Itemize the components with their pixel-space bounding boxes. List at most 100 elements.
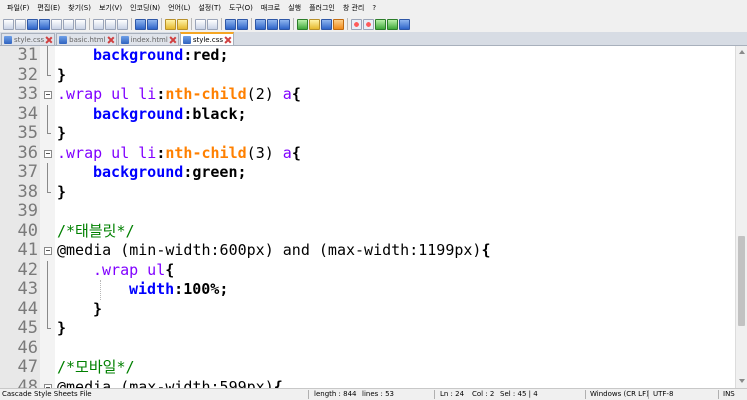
- code-text[interactable]: background:black;: [57, 105, 247, 125]
- zoom-out-icon[interactable]: [207, 18, 218, 30]
- scroll-down-arrow-icon[interactable]: [739, 379, 745, 383]
- code-line[interactable]: 31 background:red;: [0, 46, 735, 66]
- code-editor[interactable]: 31 background:red; 32} 33 .wrap ul li:nth-ch…: [0, 46, 735, 388]
- menu-item[interactable]: 편집(E): [33, 3, 64, 13]
- code-text[interactable]: background:green;: [57, 163, 247, 183]
- close-icon[interactable]: [170, 37, 176, 43]
- status-encoding[interactable]: UTF-8: [653, 389, 673, 400]
- code-text[interactable]: }: [57, 66, 66, 86]
- status-insert-mode[interactable]: INS: [723, 389, 735, 400]
- open-file-icon[interactable]: [15, 18, 26, 30]
- fold-toggle-icon[interactable]: [43, 241, 52, 261]
- document-map-icon[interactable]: [321, 18, 332, 30]
- file-tab[interactable]: style.css: [1, 33, 56, 45]
- menu-item[interactable]: 도구(O): [225, 3, 257, 13]
- code-text[interactable]: /*모바일*/: [57, 358, 135, 378]
- print-icon[interactable]: [75, 18, 86, 30]
- record-macro-icon[interactable]: [351, 18, 362, 30]
- file-tab[interactable]: style.css: [179, 32, 234, 45]
- code-line[interactable]: 45}: [0, 318, 735, 339]
- code-line[interactable]: 41 @media (min-width:600px) and (max-widt…: [0, 240, 735, 261]
- code-line[interactable]: 37 background:green;: [0, 162, 735, 183]
- code-text[interactable]: .wrap ul li:nth-child(2) a{: [57, 85, 301, 105]
- scroll-up-arrow-icon[interactable]: [739, 50, 745, 54]
- status-selection[interactable]: Sel : 45 | 4: [500, 389, 538, 400]
- monitoring-icon[interactable]: [333, 18, 344, 30]
- menu-item[interactable]: 보기(V): [95, 3, 126, 13]
- menu-item[interactable]: 언어(L): [164, 3, 194, 13]
- code-line[interactable]: 32}: [0, 65, 735, 86]
- fold-toggle-icon[interactable]: [43, 144, 52, 164]
- code-text[interactable]: @media (max-width:599px){: [57, 378, 283, 389]
- close-icon[interactable]: [225, 37, 231, 43]
- menu-item[interactable]: 창 관리: [339, 3, 369, 13]
- menu-item[interactable]: 플러그인: [305, 3, 339, 13]
- paste-icon[interactable]: [117, 18, 128, 30]
- zoom-in-icon[interactable]: [195, 18, 206, 30]
- code-line[interactable]: 40 /*태블릿*/: [0, 221, 735, 242]
- code-text[interactable]: }: [57, 300, 102, 320]
- code-text[interactable]: }: [57, 183, 66, 203]
- code-text[interactable]: .wrap ul li:nth-child(3) a{: [57, 144, 301, 164]
- status-line-number[interactable]: Ln : 24: [440, 389, 464, 400]
- close-all-icon[interactable]: [63, 18, 74, 30]
- new-file-icon[interactable]: [3, 18, 14, 30]
- menu-item[interactable]: 인코딩(N): [126, 3, 164, 13]
- code-text[interactable]: width:100%;: [57, 280, 228, 300]
- indent-guide-icon[interactable]: [279, 18, 290, 30]
- scrollbar-thumb[interactable]: [738, 236, 745, 326]
- fold-toggle-icon[interactable]: [43, 85, 52, 105]
- menu-item[interactable]: ?: [368, 4, 380, 12]
- code-line[interactable]: 33 .wrap ul li:nth-child(2) a{: [0, 84, 735, 105]
- code-line[interactable]: 48 @media (max-width:599px){: [0, 377, 735, 389]
- vertical-scrollbar[interactable]: [735, 46, 747, 388]
- code-line[interactable]: 44}: [0, 299, 735, 320]
- code-line[interactable]: 43 width:100%;: [0, 279, 735, 300]
- cut-icon[interactable]: [93, 18, 104, 30]
- run-macro-multiple-icon[interactable]: [387, 18, 398, 30]
- replace-icon[interactable]: [177, 18, 188, 30]
- sync-horizontal-icon[interactable]: [237, 18, 248, 30]
- close-icon[interactable]: [51, 18, 62, 30]
- menu-item[interactable]: 설정(T): [194, 3, 225, 13]
- code-text[interactable]: @media (min-width:600px) and (max-width:…: [57, 241, 490, 261]
- code-text[interactable]: }: [57, 319, 66, 339]
- redo-icon[interactable]: [147, 18, 158, 30]
- status-eol-format[interactable]: Windows (CR LF): [590, 389, 649, 400]
- code-line[interactable]: 39: [0, 201, 735, 222]
- folder-workspace-icon[interactable]: [309, 18, 320, 30]
- function-list-icon[interactable]: [297, 18, 308, 30]
- fold-toggle-icon[interactable]: [43, 378, 52, 388]
- sync-vertical-icon[interactable]: [225, 18, 236, 30]
- show-all-chars-icon[interactable]: [267, 18, 278, 30]
- code-line[interactable]: 46: [0, 338, 735, 359]
- find-icon[interactable]: [165, 18, 176, 30]
- close-icon[interactable]: [46, 37, 52, 43]
- close-icon[interactable]: [108, 37, 114, 43]
- code-line[interactable]: 36 .wrap ul li:nth-child(3) a{: [0, 143, 735, 164]
- menu-item[interactable]: 찾기(S): [64, 3, 95, 13]
- copy-icon[interactable]: [105, 18, 116, 30]
- stop-macro-icon[interactable]: [363, 18, 374, 30]
- save-icon[interactable]: [27, 18, 38, 30]
- file-tab[interactable]: index.html: [117, 33, 179, 45]
- code-text[interactable]: .wrap ul{: [57, 261, 174, 281]
- file-tab[interactable]: basic.html: [56, 33, 117, 45]
- code-text[interactable]: background:red;: [57, 46, 228, 66]
- save-all-icon[interactable]: [39, 18, 50, 30]
- menu-item[interactable]: 매크로: [257, 3, 284, 13]
- code-line[interactable]: 34 background:black;: [0, 104, 735, 125]
- code-text[interactable]: }: [57, 124, 66, 144]
- menu-item[interactable]: 실행: [284, 3, 305, 13]
- save-macro-icon[interactable]: [399, 18, 410, 30]
- code-line[interactable]: 47 /*모바일*/: [0, 357, 735, 378]
- word-wrap-icon[interactable]: [255, 18, 266, 30]
- code-line[interactable]: 42 .wrap ul{: [0, 260, 735, 281]
- status-column[interactable]: Col : 2: [472, 389, 494, 400]
- play-macro-icon[interactable]: [375, 18, 386, 30]
- menu-item[interactable]: 파일(F): [3, 3, 33, 13]
- undo-icon[interactable]: [135, 18, 146, 30]
- code-line[interactable]: 38}: [0, 182, 735, 203]
- code-line[interactable]: 35}: [0, 123, 735, 144]
- code-text[interactable]: /*태블릿*/: [57, 222, 135, 242]
